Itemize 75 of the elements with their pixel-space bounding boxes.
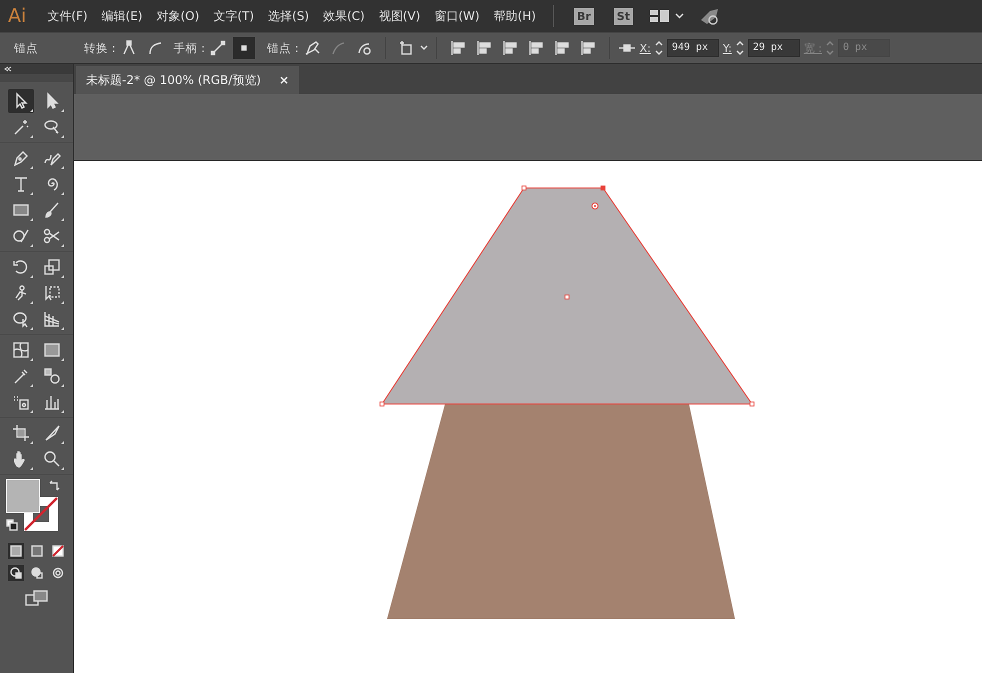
bar-graph-icon	[43, 393, 61, 411]
none-icon	[52, 545, 64, 557]
caret-icon	[420, 45, 428, 51]
number-field[interactable]: 949 px	[666, 39, 719, 57]
paintbrush-icon	[43, 201, 61, 219]
eyedropper-icon	[12, 367, 30, 385]
workspace-switcher[interactable]	[648, 9, 684, 23]
menu-item[interactable]: 文件(F)	[40, 8, 95, 24]
slice-knife-icon	[43, 424, 61, 442]
reference-point-icon	[618, 43, 636, 53]
tool-button[interactable]	[8, 89, 34, 113]
menu-item[interactable]: 文字(T)	[206, 8, 262, 24]
color-mode-button[interactable]	[8, 543, 24, 559]
draw-mode-icon	[10, 567, 22, 579]
shaper-icon	[12, 227, 30, 245]
spinner-icon	[654, 39, 664, 57]
menu-item[interactable]: 对象(O)	[150, 8, 206, 24]
draw-normal-button[interactable]	[8, 565, 24, 581]
selection-type-label: 锚点	[14, 40, 38, 56]
mesh-icon	[12, 341, 30, 359]
shape-builder-icon	[12, 310, 30, 328]
type-icon	[12, 175, 30, 193]
free-transform-icon	[43, 284, 61, 302]
pen-nib-icon	[12, 149, 30, 167]
app-launch-button[interactable]: St	[614, 8, 633, 24]
anchor-icon	[304, 40, 320, 56]
app-launch-button[interactable]: Br	[574, 8, 594, 24]
align-left-icon	[450, 40, 466, 56]
anchors-label: 锚点 :	[267, 40, 299, 56]
draw-mode-icon	[52, 567, 64, 579]
swap-arrows-icon	[48, 479, 60, 491]
panel-grip[interactable]	[0, 74, 73, 82]
gradient-icon	[43, 341, 61, 359]
anchor-icon	[330, 40, 346, 56]
fill-stroke-swatch[interactable]	[6, 479, 58, 531]
menu-item[interactable]: 选择(S)	[261, 8, 316, 24]
menu-item[interactable]: 编辑(E)	[94, 8, 150, 24]
perspective-grid-icon	[43, 310, 61, 328]
handles-label: 手柄 :	[174, 40, 206, 56]
spinner-icon	[825, 39, 836, 57]
lasso-icon	[43, 118, 61, 136]
handle-button[interactable]	[233, 37, 256, 59]
default-colors-icon	[6, 519, 18, 531]
screen-mode-icon	[24, 589, 48, 607]
caret-icon	[674, 13, 684, 19]
menu-item[interactable]: 窗口(W)	[427, 8, 487, 24]
field-label: X:	[640, 42, 651, 54]
scissors-icon	[43, 227, 61, 245]
layout-icon	[648, 9, 671, 23]
gradient-swatch-icon	[30, 545, 42, 557]
gradient-mode-button[interactable]	[28, 543, 44, 559]
document-tab[interactable]: 未标题-2* @ 100% (RGB/预览) ×	[76, 66, 300, 94]
artboard-icon	[12, 424, 30, 442]
field-label: Y:	[722, 42, 732, 54]
collapse-icon	[4, 66, 12, 72]
number-field[interactable]: 29 px	[748, 39, 800, 57]
draw-behind-button[interactable]	[28, 565, 44, 581]
handle-icon	[210, 40, 226, 56]
draw-mode-icon	[30, 567, 42, 579]
menu-item[interactable]: 视图(V)	[372, 8, 428, 24]
convert-smooth-icon	[146, 40, 163, 56]
menu-item[interactable]: 效果(C)	[316, 8, 372, 24]
none-mode-button[interactable]	[50, 543, 66, 559]
scale-icon	[43, 258, 61, 276]
app-logo: Ai	[8, 5, 26, 27]
convert-corner-icon	[120, 40, 137, 56]
blend-icon	[43, 367, 61, 385]
rotate-icon	[12, 258, 30, 276]
magic-wand-icon	[12, 118, 30, 136]
zoom-icon	[43, 450, 61, 468]
menu-item[interactable]: 帮助(H)	[486, 8, 543, 24]
close-tab-button[interactable]: ×	[279, 73, 290, 87]
color-icon	[10, 545, 22, 557]
convert-label: 转换 :	[84, 40, 116, 56]
spinner-icon	[734, 39, 745, 57]
